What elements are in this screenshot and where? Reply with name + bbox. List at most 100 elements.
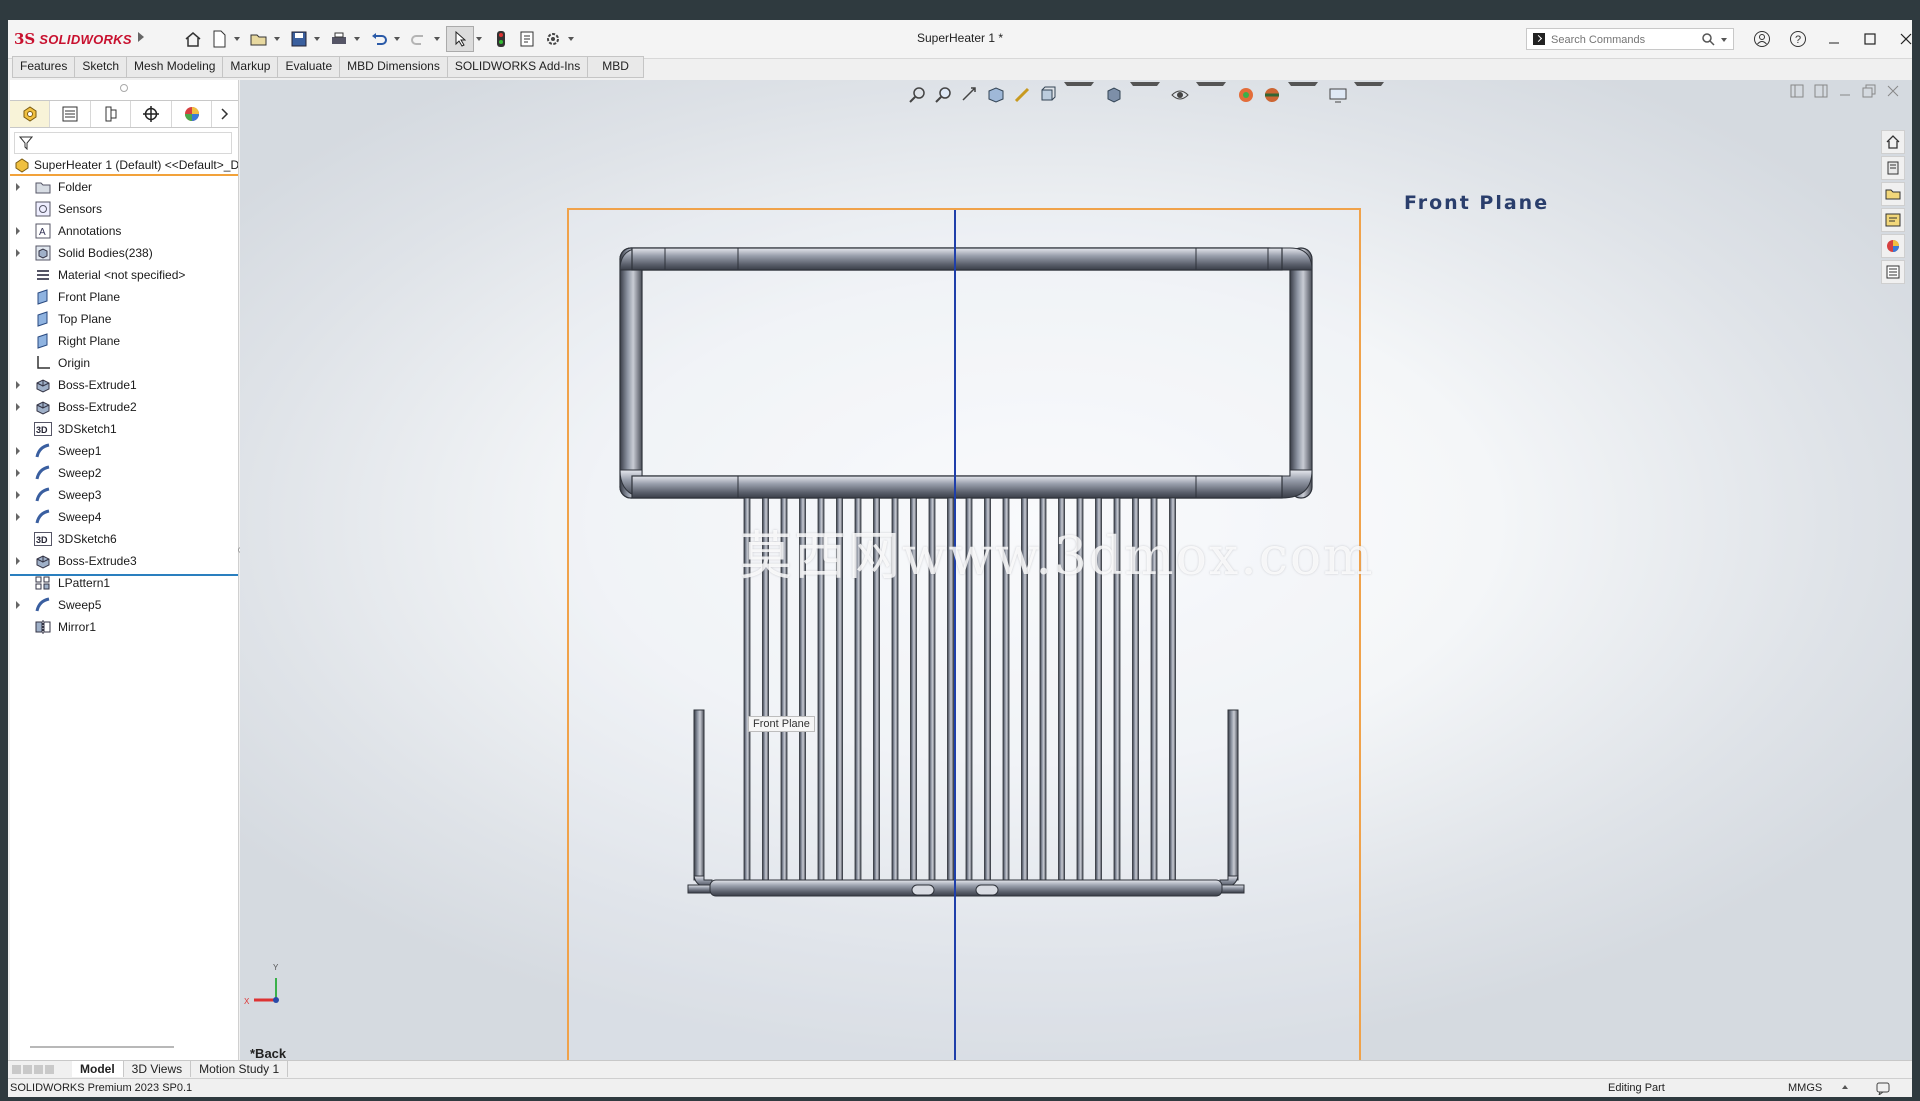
tube[interactable] [910,497,917,885]
tree-item[interactable]: Front Plane [10,286,238,308]
tree-item[interactable]: 3D 3DSketch6 [10,528,238,550]
tree-item[interactable]: Mirror1 [10,616,238,638]
tree-item[interactable]: Sweep3 [10,484,238,506]
tree-item[interactable]: Folder [10,176,238,198]
tree-item[interactable]: Sweep2 [10,462,238,484]
tube[interactable] [873,497,880,885]
tree-root-part[interactable]: SuperHeater 1 (Default) <<Default>_D [10,156,238,176]
tube[interactable] [947,497,954,885]
tab-sketch[interactable]: Sketch [75,56,128,78]
panel-grip-handle[interactable] [120,84,128,92]
property-manager-tab[interactable] [50,101,91,127]
tube[interactable] [1113,497,1121,885]
minimize-icon[interactable] [1816,26,1852,52]
print-icon[interactable] [326,27,352,51]
tree-item[interactable]: Right Plane [10,330,238,352]
save-icon[interactable] [286,27,312,51]
file-explorer-icon[interactable] [1881,182,1905,206]
user-account-icon[interactable] [1744,26,1780,52]
maximize-icon[interactable] [1852,26,1888,52]
tube[interactable] [854,497,862,885]
tube[interactable] [1076,497,1084,885]
tree-item[interactable]: Boss-Extrude1 [10,374,238,396]
options-dropdown-caret-icon[interactable] [568,37,574,41]
tube[interactable] [1039,497,1047,885]
undo-dropdown-caret-icon[interactable] [394,37,400,41]
tube[interactable] [743,497,751,885]
expand-arrow-icon[interactable] [10,183,26,191]
tab-model[interactable]: Model [72,1061,124,1077]
search-input[interactable] [1549,30,1693,50]
tree-item[interactable]: Material <not specified> [10,264,238,286]
superheater-model[interactable]: Y X [240,80,1912,1060]
search-icon[interactable] [1701,32,1715,49]
tube[interactable] [762,497,769,885]
solidworks-resources-icon[interactable] [1881,130,1905,154]
tube[interactable] [1150,497,1158,885]
redo-dropdown-caret-icon[interactable] [434,37,440,41]
tube[interactable] [836,497,843,885]
expand-arrow-icon[interactable] [10,557,26,565]
search-dropdown-caret-icon[interactable] [1721,38,1727,42]
tab-solidworks-add-ins[interactable]: SOLIDWORKS Add-Ins [447,56,589,78]
file-properties-icon[interactable] [514,27,540,51]
tab-evaluate[interactable]: Evaluate [278,56,341,78]
custom-properties-icon[interactable] [1881,260,1905,284]
panel-horizontal-scrollbar[interactable] [30,1046,174,1048]
tree-item[interactable]: Sweep4 [10,506,238,528]
tab-mbd[interactable]: MBD [588,56,644,78]
expand-arrow-icon[interactable] [10,469,26,477]
tab-markup[interactable]: Markup [223,56,279,78]
expand-arrow-icon[interactable] [10,513,26,521]
tab-motion-study-1[interactable]: Motion Study 1 [191,1061,289,1077]
tube[interactable] [1132,497,1139,885]
tab-scroll-buttons[interactable] [8,1061,72,1077]
tree-item[interactable]: Sweep1 [10,440,238,462]
dimxpert-manager-tab[interactable] [131,101,172,127]
tree-item[interactable]: Boss-Extrude2 [10,396,238,418]
design-library-icon[interactable] [1881,156,1905,180]
tube[interactable] [965,497,973,885]
tube[interactable] [891,497,899,885]
tube[interactable] [928,497,936,885]
tube[interactable] [817,497,825,885]
select-dropdown-caret-icon[interactable] [476,37,482,41]
print-dropdown-caret-icon[interactable] [354,37,360,41]
tree-item[interactable]: Origin [10,352,238,374]
options-gear-icon[interactable] [540,27,566,51]
open-folder-icon[interactable] [246,27,272,51]
expand-arrow-icon[interactable] [10,381,26,389]
expand-arrow-icon[interactable] [10,447,26,455]
configuration-manager-tab[interactable] [91,101,132,127]
tree-item[interactable]: Top Plane [10,308,238,330]
tree-item[interactable]: A Annotations [10,220,238,242]
tube[interactable] [1095,497,1102,885]
tab-features[interactable]: Features [12,56,76,78]
rollback-bar[interactable] [10,574,238,576]
save-dropdown-caret-icon[interactable] [314,37,320,41]
tree-item[interactable]: Sweep5 [10,594,238,616]
home-icon[interactable] [180,27,206,51]
help-icon[interactable]: ? [1780,26,1816,52]
more-tabs-chevron[interactable] [212,101,238,127]
display-manager-tab[interactable] [172,101,213,127]
menu-expand-arrow-icon[interactable] [138,32,144,42]
expand-arrow-icon[interactable] [10,249,26,257]
tree-item[interactable]: Solid Bodies(238) [10,242,238,264]
front-plane-outline[interactable] [567,208,1361,1060]
tab-3d-views[interactable]: 3D Views [124,1061,192,1077]
solidworks-logo[interactable]: 3S SOLIDWORKS [14,28,132,50]
front-plane-tag[interactable]: Front Plane [748,716,815,732]
tube[interactable] [799,497,806,885]
close-icon[interactable] [1888,26,1920,52]
expand-arrow-icon[interactable] [10,601,26,609]
expand-arrow-icon[interactable] [10,227,26,235]
new-dropdown-caret-icon[interactable] [234,37,240,41]
tube[interactable] [1058,497,1065,885]
tab-mesh-modeling[interactable]: Mesh Modeling [127,56,224,78]
tree-item[interactable]: 3D 3DSketch1 [10,418,238,440]
rebuild-traffic-light-icon[interactable] [488,27,514,51]
tube[interactable] [984,497,991,885]
new-document-icon[interactable] [206,27,232,51]
undo-icon[interactable] [366,27,392,51]
